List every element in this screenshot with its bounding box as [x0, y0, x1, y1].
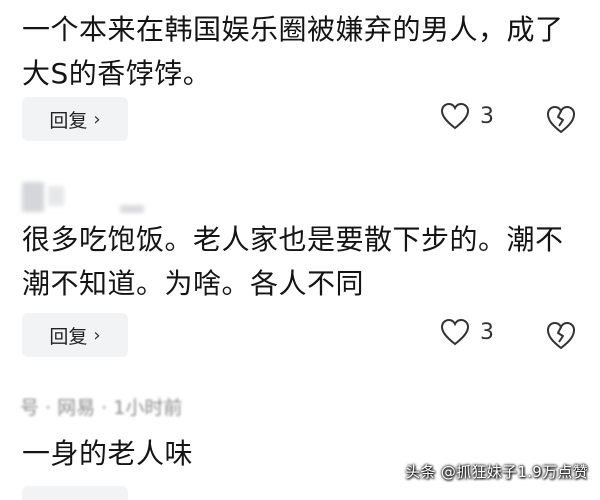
like-button[interactable]: 3	[440, 318, 494, 346]
watermark: 头条 @抓狂妹子1.9万点赞	[405, 463, 588, 481]
broken-heart-icon[interactable]	[545, 319, 577, 351]
username-blur	[120, 205, 144, 213]
like-button[interactable]: 3	[440, 102, 494, 130]
comment-text: 一个本来在韩国娱乐圈被嫌弃的男人，成了大S的香饽饽。	[22, 13, 564, 90]
like-count: 3	[480, 103, 494, 129]
reply-button-label: 回复	[49, 109, 88, 132]
heart-outline-icon	[440, 318, 470, 346]
reply-button[interactable]: 回复 ›	[22, 313, 128, 357]
broken-heart-icon[interactable]	[545, 103, 577, 135]
chevron-right-icon: ›	[93, 108, 101, 130]
reply-button-label: 回复	[49, 325, 88, 348]
avatar[interactable]	[22, 182, 44, 212]
heart-outline-icon	[440, 102, 470, 130]
like-count: 3	[480, 319, 494, 345]
reply-button[interactable]: 回复 ›	[22, 97, 128, 141]
comment-text: 很多吃饱饭。老人家也是要散下步的。潮不潮不知道。为啥。各人不同	[22, 223, 564, 300]
chevron-right-icon: ›	[93, 324, 101, 346]
username-blur	[48, 186, 64, 206]
reply-button[interactable]	[22, 486, 128, 500]
comment-meta: 号 · 网易 · 1小时前	[20, 397, 183, 419]
